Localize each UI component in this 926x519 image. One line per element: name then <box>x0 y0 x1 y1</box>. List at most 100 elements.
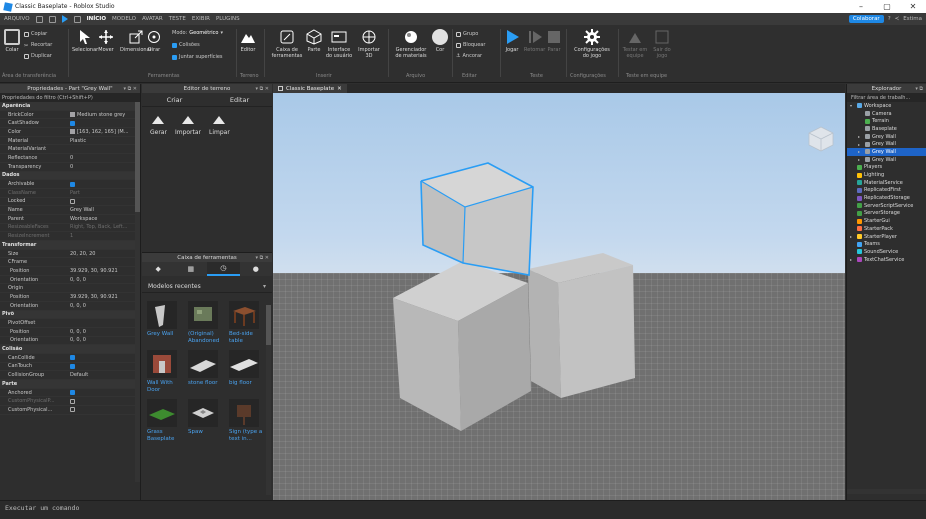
grey-wall-left[interactable] <box>393 261 531 431</box>
model-item[interactable]: Sign (type a text in... <box>229 399 266 442</box>
explorer-item[interactable]: ▸ TextChatService <box>847 256 926 264</box>
expand-arrow-icon[interactable]: ▸ <box>858 134 863 139</box>
explorer-item[interactable]: ▸ StarterPlayer <box>847 233 926 241</box>
tab-creations[interactable]: ● <box>240 262 273 276</box>
expand-arrow-icon[interactable]: ▸ <box>858 142 863 147</box>
property-row[interactable]: Parent Workspace <box>0 215 140 224</box>
3d-viewport[interactable] <box>273 93 845 500</box>
property-row[interactable]: Orientation 0, 0, 0 <box>0 337 140 346</box>
import-terrain-button[interactable]: Importar <box>175 115 201 136</box>
properties-scrollbar[interactable] <box>135 102 140 482</box>
property-value[interactable] <box>70 120 140 126</box>
expand-arrow-icon[interactable]: ▸ <box>858 157 863 162</box>
explorer-item[interactable]: Terrain <box>847 117 926 125</box>
property-row[interactable]: MaterialVariant <box>0 145 140 155</box>
stop-button[interactable]: Parar <box>546 29 562 54</box>
mode-dropdown[interactable]: Modo: Geométrico ▾ <box>172 30 223 36</box>
material-manager-button[interactable]: Gerenciador de materiais <box>392 29 430 59</box>
property-value[interactable]: 0, 0, 0 <box>70 329 140 335</box>
explorer-item[interactable]: ▸ Grey Wall <box>847 140 926 148</box>
anchor-button[interactable]: ⚓ Ancorar <box>456 53 482 59</box>
grey-wall-selected[interactable] <box>420 162 534 276</box>
property-value[interactable]: 20, 20, 20 <box>70 251 140 257</box>
user-interface-button[interactable]: Interface do usuário <box>324 29 354 59</box>
property-value[interactable]: 0, 0, 0 <box>70 277 140 283</box>
explorer-item[interactable]: ▾ Workspace <box>847 102 926 110</box>
property-row[interactable]: Position 39.929, 30, 90.921 <box>0 293 140 302</box>
help-icon[interactable]: ? <box>888 16 891 22</box>
property-row[interactable]: Size 20, 20, 20 <box>0 250 140 259</box>
property-value[interactable]: Right, Top, Back, Left... <box>70 224 140 230</box>
property-checkbox[interactable] <box>70 398 75 404</box>
tab-classic-baseplate[interactable]: Classic Baseplate ✕ <box>273 84 347 93</box>
menu-test[interactable]: TESTE <box>169 16 186 22</box>
property-value[interactable] <box>70 398 140 404</box>
explorer-item[interactable]: ▸ Grey Wall <box>847 156 926 164</box>
property-row[interactable]: CanTouch <box>0 363 140 372</box>
property-row[interactable]: CustomPhysical... <box>0 406 140 415</box>
model-item[interactable]: stone floor <box>188 350 225 393</box>
property-value[interactable]: 39.929, 30, 90.921 <box>70 294 140 300</box>
property-value[interactable]: Medium stone grey <box>70 112 140 118</box>
tab-inventory[interactable]: ▦ <box>175 262 208 276</box>
property-row[interactable]: CustomPhysicalP... <box>0 397 140 407</box>
part-button[interactable]: Parte <box>306 29 322 54</box>
property-row[interactable]: Transparency 0 <box>0 163 140 172</box>
property-value[interactable] <box>70 355 140 361</box>
property-value[interactable]: [163, 162, 165] (M... <box>70 129 140 135</box>
user-name[interactable]: Estima <box>903 16 922 22</box>
property-row[interactable]: CollisionGroup Default <box>0 371 140 380</box>
explorer-item[interactable]: ▸ Grey Wall <box>847 133 926 141</box>
model-item[interactable]: (Original) Abandoned <box>188 301 225 344</box>
explorer-item[interactable]: ServerStorage <box>847 210 926 218</box>
property-row[interactable]: Material Plastic <box>0 137 140 146</box>
property-checkbox[interactable] <box>70 355 75 361</box>
property-value[interactable]: Part <box>70 190 140 196</box>
property-checkbox[interactable] <box>70 181 75 187</box>
tab-edit[interactable]: Editar <box>207 93 272 106</box>
menu-plugins[interactable]: PLUGINS <box>216 16 240 22</box>
category-dropdown[interactable]: Modelos recentes ▾ <box>142 280 272 293</box>
play-button[interactable]: Jogar <box>504 29 520 54</box>
tab-recent[interactable]: ◷ <box>207 262 240 276</box>
property-value[interactable] <box>70 181 140 187</box>
property-row[interactable]: Color [163, 162, 165] (M... <box>0 128 140 137</box>
join-surfaces-toggle[interactable]: Juntar superfícies <box>172 54 223 60</box>
property-row[interactable]: ResizeableFaces Right, Top, Back, Left... <box>0 224 140 233</box>
explorer-item[interactable]: Teams <box>847 240 926 248</box>
menu-model[interactable]: MODELO <box>112 16 136 22</box>
property-checkbox[interactable] <box>70 120 75 126</box>
property-value[interactable]: Plastic <box>70 138 140 144</box>
explorer-item[interactable]: Camera <box>847 110 926 118</box>
property-row[interactable]: Name Grey Wall <box>0 206 140 215</box>
save-icon[interactable] <box>48 15 56 23</box>
explorer-filter-input[interactable]: Filtrar área de trabalh... <box>847 93 926 102</box>
game-settings-button[interactable]: Configurações do jogo <box>572 29 612 59</box>
import-3d-button[interactable]: Importar 3D <box>356 29 382 59</box>
property-row[interactable]: CanCollide <box>0 354 140 363</box>
toolbox-scrollbar[interactable] <box>266 305 271 495</box>
model-item[interactable]: Spaw <box>188 399 225 442</box>
new-file-icon[interactable] <box>35 15 43 23</box>
property-value[interactable] <box>70 198 140 204</box>
model-item[interactable]: Bed-side table <box>229 301 266 344</box>
close-button[interactable]: ✕ <box>900 2 926 11</box>
collisions-toggle[interactable]: Colisões <box>172 42 200 48</box>
property-row[interactable]: Orientation 0, 0, 0 <box>0 276 140 285</box>
property-row[interactable]: CastShadow <box>0 119 140 129</box>
color-button[interactable]: Cor <box>432 29 448 54</box>
lock-button[interactable]: Bloquear <box>456 42 485 48</box>
command-bar-input[interactable]: Executar um comando <box>0 500 926 519</box>
explorer-item[interactable]: StarterGui <box>847 217 926 225</box>
move-button[interactable]: Mover <box>98 29 114 54</box>
property-value[interactable] <box>70 363 140 369</box>
property-section-header[interactable]: Parte <box>0 380 140 389</box>
undo-icon[interactable] <box>73 15 81 23</box>
property-value[interactable] <box>70 390 140 396</box>
property-section-header[interactable]: Transformar <box>0 241 140 250</box>
close-tab-icon[interactable]: ✕ <box>337 86 342 92</box>
property-row[interactable]: CFrame <box>0 258 140 268</box>
play-quick-icon[interactable] <box>61 15 68 23</box>
properties-scroll-thumb[interactable] <box>135 102 140 212</box>
share-icon[interactable]: ≺ <box>895 16 900 22</box>
